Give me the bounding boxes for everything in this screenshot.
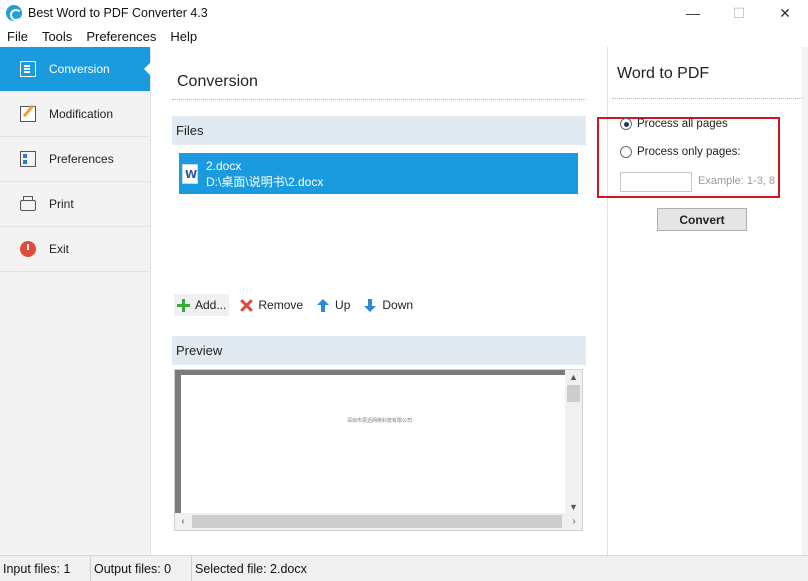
files-section-header: Files [172,116,586,145]
document-icon [20,61,36,77]
horizontal-scroll-thumb[interactable] [192,515,562,528]
arrow-down-icon [364,298,377,312]
down-button[interactable]: Down [361,294,416,316]
preview-horizontal-scrollbar[interactable]: ‹ › [175,513,582,530]
page-title: Conversion [177,73,258,90]
power-icon [20,241,36,257]
options-scroll-track [802,47,808,555]
up-label: Up [335,298,351,312]
process-all-label: Process all pages [637,118,728,130]
app-logo-icon [6,5,22,21]
file-list-item[interactable]: 2.docx D:\桌面\说明书\2.docx [179,153,578,194]
options-title: Word to PDF [617,65,710,82]
scroll-left-icon[interactable]: ‹ [175,513,191,530]
menu-file[interactable]: File [0,29,35,44]
title-divider [172,99,586,100]
scroll-down-icon[interactable]: ▼ [565,500,582,514]
page-range-example: Example: 1-3, 8 [698,175,776,187]
menu-preferences[interactable]: Preferences [79,29,163,44]
up-button[interactable]: Up [314,294,353,316]
file-toolbar: Add... Remove Up Down [174,294,424,316]
options-divider [612,98,802,99]
close-button[interactable]: ✕ [762,0,808,26]
preview-area[interactable]: 深圳市思迅网络科技有限公司 ▲ ▼ ‹ › [174,369,583,531]
process-only-radio[interactable] [620,146,632,158]
options-panel: Word to PDF Process all pages Process on… [597,47,808,555]
word-document-icon [182,163,198,184]
sidebar-item-conversion[interactable]: Conversion [0,47,151,92]
page-range-input[interactable] [620,172,692,192]
edit-icon [20,106,36,122]
main-panel: Conversion Files 2.docx D:\桌面\说明书\2.docx… [151,47,606,555]
scroll-up-icon[interactable]: ▲ [565,370,582,384]
scroll-right-icon[interactable]: › [566,513,582,530]
plus-icon [177,298,190,312]
window-title: Best Word to PDF Converter 4.3 [28,6,208,20]
sidebar-item-modification[interactable]: Modification [0,92,150,137]
down-label: Down [382,298,414,312]
minimize-button[interactable]: — [670,0,716,26]
sidebar-item-label: Modification [49,107,114,121]
process-all-option[interactable]: Process all pages [620,118,728,130]
sidebar-item-label: Conversion [49,62,110,76]
sidebar-item-print[interactable]: Print [0,182,150,227]
sidebar-item-exit[interactable]: Exit [0,227,150,272]
preview-page-frame: 深圳市思迅网络科技有限公司 [175,370,566,514]
sidebar-item-label: Preferences [49,152,114,166]
checklist-icon [20,151,36,167]
status-selected-file: Selected file: 2.docx [195,561,307,576]
vertical-scroll-thumb[interactable] [567,385,580,402]
sidebar-item-preferences[interactable]: Preferences [0,137,150,182]
file-path: D:\桌面\说明书\2.docx [206,174,324,189]
preview-document-text: 深圳市思迅网络科技有限公司 [347,418,413,424]
process-only-label: Process only pages: [637,146,741,158]
remove-button[interactable]: Remove [237,294,306,316]
remove-icon [240,299,253,312]
menu-help[interactable]: Help [163,29,204,44]
sidebar: Conversion Modification Preferences Prin… [0,47,151,555]
file-list[interactable]: 2.docx D:\桌面\说明书\2.docx [172,145,586,290]
title-bar: Best Word to PDF Converter 4.3 — ☐ ✕ [0,0,808,26]
window-controls: — ☐ ✕ [670,0,808,26]
sidebar-item-label: Print [49,197,74,211]
file-item-text: 2.docx D:\桌面\说明书\2.docx [206,158,323,190]
preview-paper: 深圳市思迅网络科技有限公司 [181,375,566,514]
menu-bar: File Tools Preferences Help [0,26,808,46]
status-output-files: Output files: 0 [91,555,192,581]
preview-section-header: Preview [172,336,586,365]
file-name: 2.docx [206,158,242,173]
process-only-option[interactable]: Process only pages: [620,146,741,158]
process-all-radio[interactable] [620,118,632,130]
sidebar-item-label: Exit [49,242,70,256]
status-bar: Input files: 1 Output files: 0 Selected … [0,555,808,581]
arrow-up-icon [317,298,330,312]
preview-vertical-scrollbar[interactable]: ▲ ▼ [565,370,582,514]
maximize-button[interactable]: ☐ [716,0,762,26]
remove-label: Remove [258,298,304,312]
add-label: Add... [195,298,227,312]
convert-button[interactable]: Convert [657,208,747,231]
menu-tools[interactable]: Tools [35,29,79,44]
printer-icon [20,196,36,211]
status-input-files: Input files: 1 [0,555,91,581]
add-button[interactable]: Add... [174,294,230,316]
